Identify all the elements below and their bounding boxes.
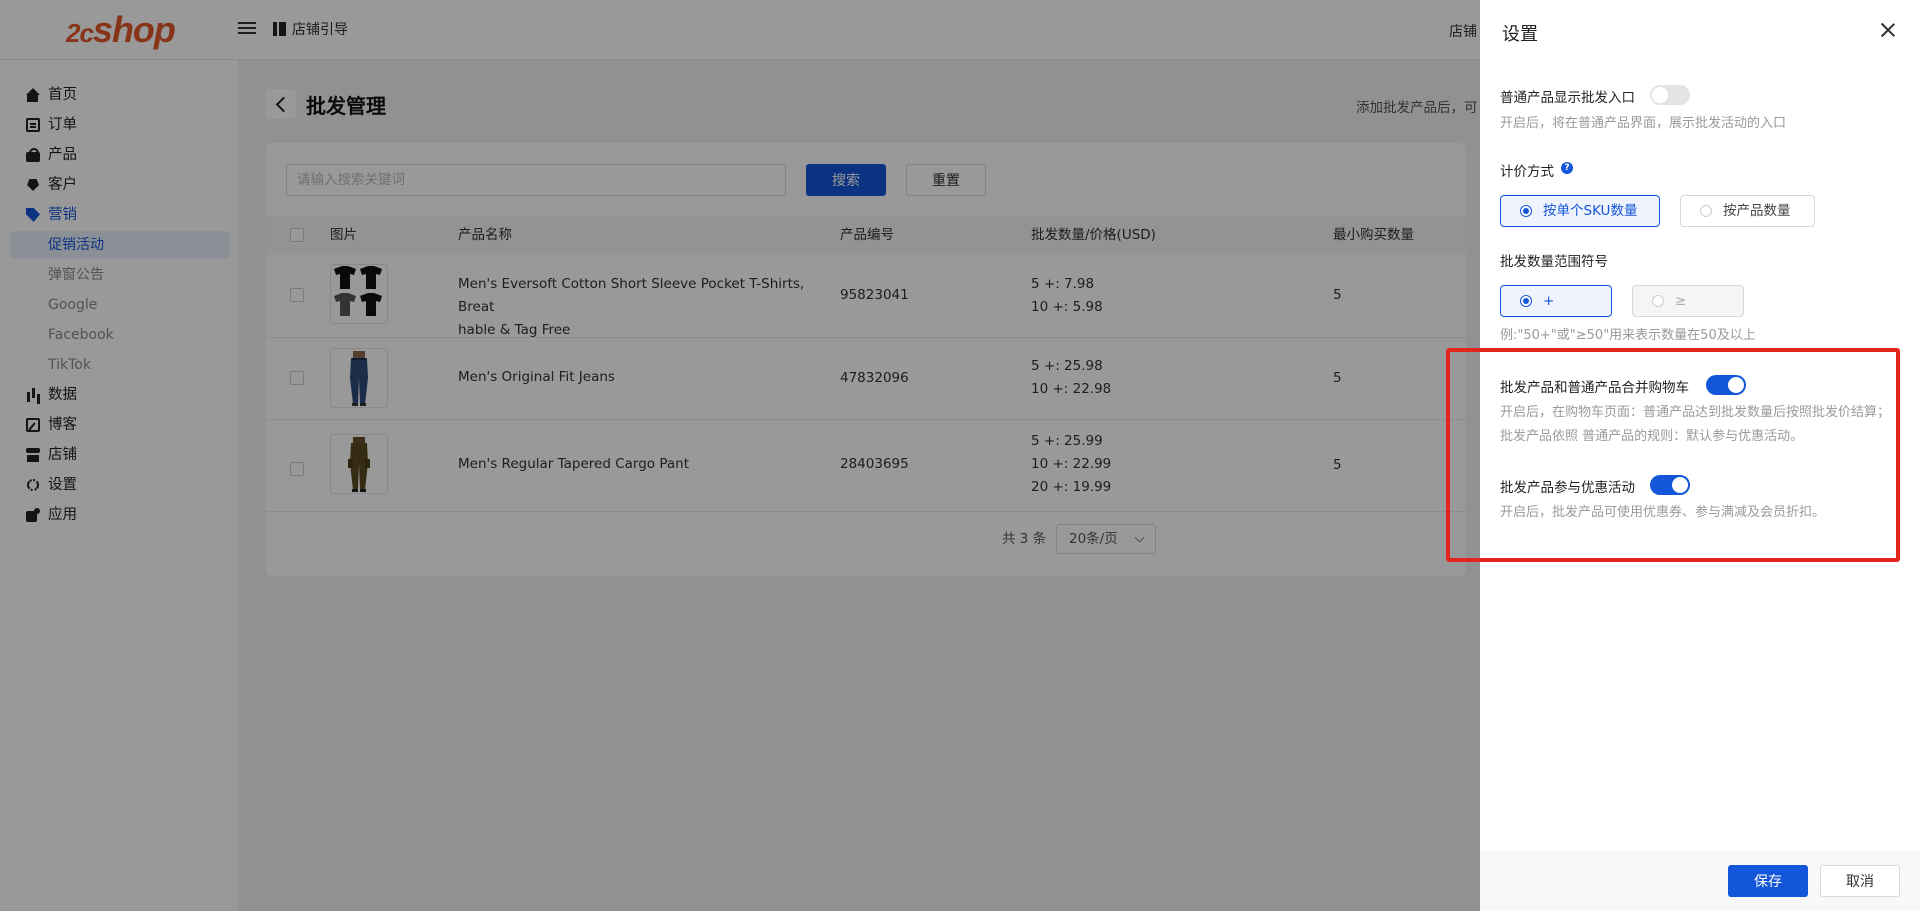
merge-cart-label: 批发产品和普通产品合并购物车 (1500, 380, 1689, 396)
radio-unchecked-icon (1652, 295, 1664, 307)
show-entry-desc: 开启后，将在普通产品界面，展示批发活动的入口 (1500, 116, 1787, 131)
symbol-desc: 例:"50+"或"≥50"用来表示数量在50及以上 (1500, 328, 1756, 343)
symbol-option-plus[interactable]: + (1500, 285, 1612, 317)
show-entry-label: 普通产品显示批发入口 (1500, 90, 1635, 106)
pricing-option-product[interactable]: 按产品数量 (1680, 195, 1815, 227)
radio-checked-icon (1520, 205, 1532, 217)
merge-cart-toggle[interactable] (1706, 375, 1746, 395)
pricing-option-sku[interactable]: 按单个SKU数量 (1500, 195, 1660, 227)
show-entry-toggle[interactable] (1650, 85, 1690, 105)
help-icon[interactable]: ? (1561, 162, 1573, 174)
merge-cart-desc-2: 批发产品依照 普通产品的规则：默认参与优惠活动。 (1500, 429, 1804, 444)
pricing-option-label: 按产品数量 (1723, 203, 1791, 219)
close-icon[interactable] (1878, 20, 1898, 40)
merge-cart-desc-1: 开启后，在购物车页面：普通产品达到批发数量后按照批发价结算； (1500, 405, 1891, 420)
save-button[interactable]: 保存 (1728, 865, 1808, 897)
symbol-option-label: ≥ (1675, 293, 1687, 309)
radio-unchecked-icon (1700, 205, 1712, 217)
radio-checked-icon (1520, 295, 1532, 307)
promo-label: 批发产品参与优惠活动 (1500, 480, 1635, 496)
pricing-label: 计价方式 (1500, 164, 1554, 180)
promo-desc: 开启后，批发产品可使用优惠券、参与满减及会员折扣。 (1500, 505, 1826, 520)
pricing-option-label: 按单个SKU数量 (1543, 203, 1638, 219)
drawer-mask[interactable] (0, 0, 1480, 911)
symbol-option-label: + (1543, 293, 1555, 309)
settings-drawer: 设置 普通产品显示批发入口 开启后，将在普通产品界面，展示批发活动的入口 计价方… (1480, 0, 1920, 911)
drawer-footer: 保存 取消 (1480, 851, 1920, 911)
symbol-label: 批发数量范围符号 (1500, 254, 1608, 270)
drawer-title: 设置 (1502, 24, 1538, 45)
symbol-option-gte[interactable]: ≥ (1632, 285, 1744, 317)
promo-toggle[interactable] (1650, 475, 1690, 495)
cancel-button[interactable]: 取消 (1820, 865, 1900, 897)
